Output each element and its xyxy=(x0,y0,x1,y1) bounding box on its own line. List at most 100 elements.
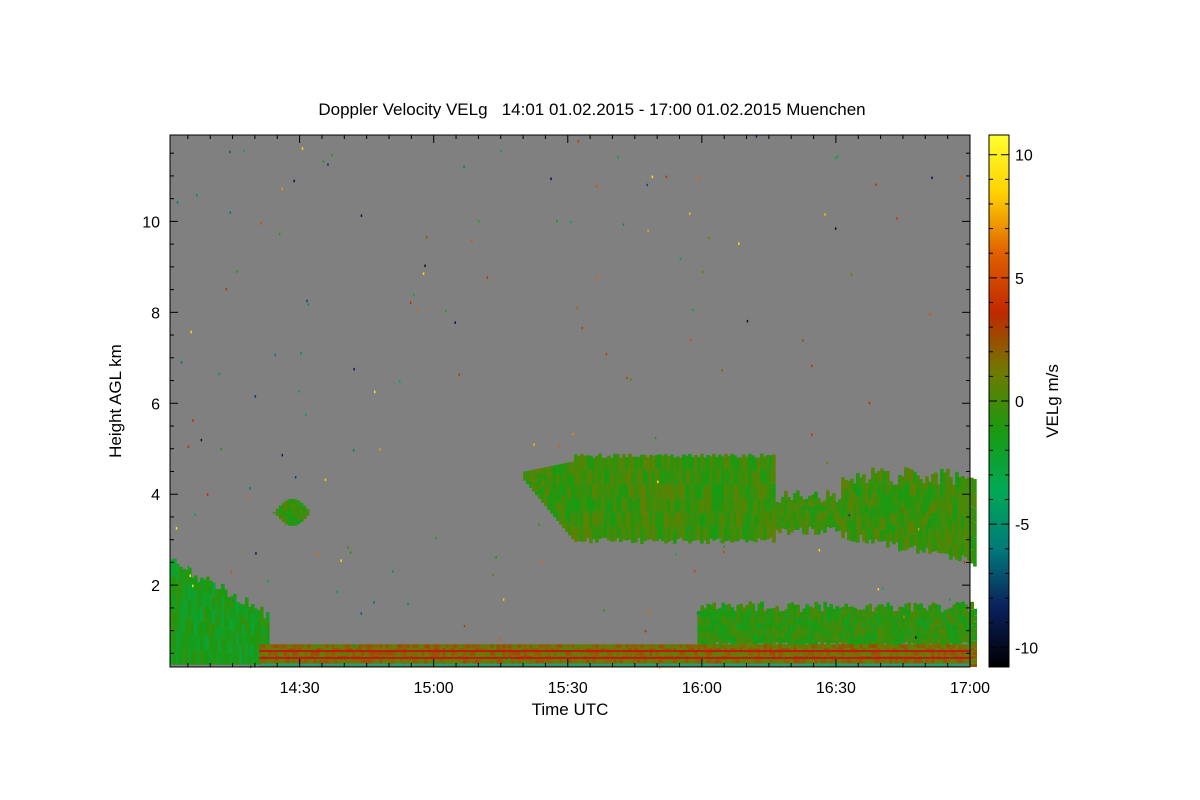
echo-cell xyxy=(299,502,304,507)
speckle xyxy=(255,552,257,555)
colorbar-tick-label: 5 xyxy=(1015,271,1024,288)
x-tick-label: 15:30 xyxy=(548,680,588,697)
echo-cell xyxy=(832,493,836,499)
speckle xyxy=(569,220,572,224)
speckle xyxy=(422,272,425,275)
chart-title: Doppler Velocity VELg 14:01 01.02.2015 -… xyxy=(318,100,865,119)
echo-cell xyxy=(305,512,310,514)
speckle xyxy=(180,361,183,364)
echo-cell xyxy=(796,604,800,612)
speckle xyxy=(353,367,355,371)
echo-cell xyxy=(784,490,788,498)
speckle xyxy=(412,293,415,296)
speckle xyxy=(556,219,558,223)
speckle xyxy=(281,187,283,191)
speckle xyxy=(960,175,962,179)
speckle xyxy=(189,574,191,577)
speckle xyxy=(665,175,668,179)
speckle xyxy=(903,615,905,619)
y-tick-label: 8 xyxy=(151,305,160,322)
speckle xyxy=(293,179,295,183)
echo-cell xyxy=(973,655,977,660)
speckle xyxy=(689,527,691,530)
speckle xyxy=(424,264,426,268)
speckle xyxy=(471,239,473,242)
speckle xyxy=(206,493,209,496)
speckle xyxy=(347,546,349,549)
speckle xyxy=(929,313,931,316)
speckle xyxy=(229,150,231,154)
speckle xyxy=(434,536,437,540)
speckle xyxy=(331,154,333,157)
speckle xyxy=(617,156,619,159)
speckle xyxy=(300,351,302,355)
colorbar-tick-label: 0 xyxy=(1015,394,1024,411)
x-tick-label: 16:00 xyxy=(682,680,722,697)
echo-cell xyxy=(302,516,307,519)
echo-region xyxy=(697,601,977,649)
speckle xyxy=(698,177,701,181)
colorbar-label: VELg m/s xyxy=(1043,364,1062,438)
speckle xyxy=(721,369,723,372)
speckle xyxy=(877,588,880,591)
x-tick-label: 16:30 xyxy=(816,680,856,697)
speckle xyxy=(352,644,355,647)
echo-cell xyxy=(970,601,974,610)
x-tick-label: 14:30 xyxy=(280,680,320,697)
speckle xyxy=(360,612,362,615)
echo-cell xyxy=(751,603,755,612)
speckle xyxy=(848,514,851,517)
speckle xyxy=(694,570,696,573)
speckle xyxy=(576,307,578,310)
echo-cell xyxy=(973,493,977,509)
speckle xyxy=(811,364,813,368)
speckle xyxy=(196,194,198,197)
speckle xyxy=(963,561,966,564)
echo-cell xyxy=(973,648,977,652)
speckle xyxy=(755,135,758,138)
speckle xyxy=(336,590,338,594)
speckle xyxy=(349,551,352,554)
speckle xyxy=(304,413,307,416)
speckle xyxy=(374,390,376,394)
speckle xyxy=(818,548,821,552)
speckle xyxy=(508,658,511,661)
speckle xyxy=(316,554,319,557)
speckle xyxy=(176,201,179,204)
speckle xyxy=(802,339,804,342)
speckle xyxy=(558,444,560,447)
echo-cell xyxy=(814,491,818,499)
speckle xyxy=(648,610,650,614)
echo-cell xyxy=(305,510,310,512)
speckle xyxy=(500,149,502,153)
speckle xyxy=(577,140,580,143)
echo-cell xyxy=(937,604,941,612)
speckle xyxy=(915,636,917,639)
colorbar: 10 5 0 -5 -10 VELg m/s xyxy=(988,134,1062,668)
speckle xyxy=(352,449,355,452)
speckle xyxy=(175,527,178,530)
speckle xyxy=(550,177,552,181)
speckle xyxy=(407,602,409,605)
speckle xyxy=(324,478,327,481)
echo-cell xyxy=(907,602,911,610)
x-axis-label: Time UTC xyxy=(532,700,609,719)
speckle xyxy=(416,308,418,312)
echo-cell xyxy=(973,522,977,538)
speckle xyxy=(360,214,363,217)
colorbar-tick-label: -10 xyxy=(1015,640,1038,657)
speckle xyxy=(425,235,428,239)
echo-cell xyxy=(973,552,977,567)
echo-cell xyxy=(973,644,977,649)
speckle xyxy=(200,438,203,442)
speckle xyxy=(306,299,308,303)
speckle xyxy=(445,309,447,313)
echo-cell xyxy=(823,527,827,533)
speckle xyxy=(738,242,740,245)
colorbar-tick-label: 10 xyxy=(1015,148,1033,165)
speckle xyxy=(192,584,194,588)
speckle xyxy=(307,303,310,306)
x-tick-label: 15:00 xyxy=(414,680,454,697)
echo-cell xyxy=(817,604,821,611)
speckle xyxy=(249,487,251,490)
